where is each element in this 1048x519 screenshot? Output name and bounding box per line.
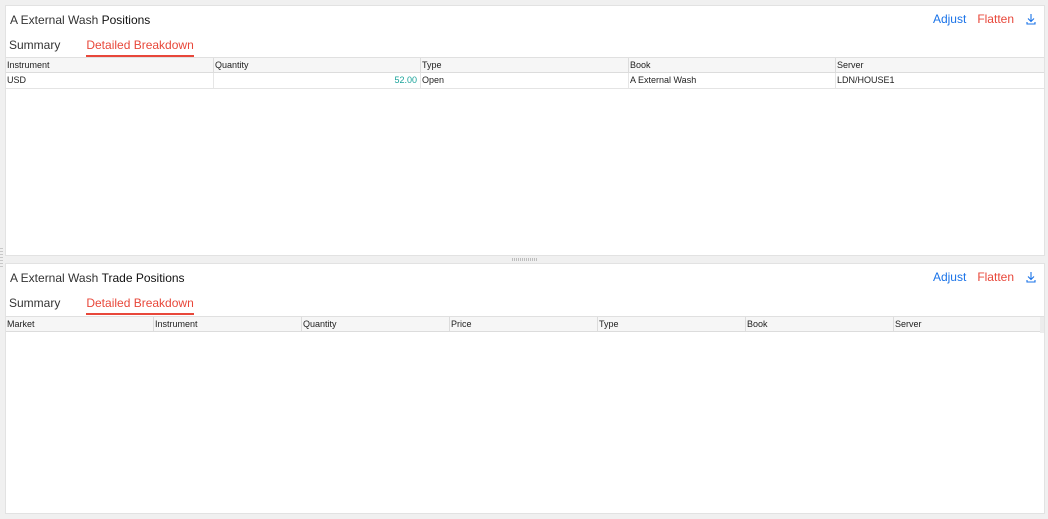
trade-positions-panel-header: A External Wash Trade Positions Adjust F… <box>6 264 1044 294</box>
cell-type: Open <box>421 73 629 88</box>
panel-splitter[interactable] <box>0 256 1048 263</box>
column-header-quantity[interactable]: Quantity <box>302 317 450 331</box>
panel-title-strong: Positions <box>101 13 151 27</box>
download-icon[interactable] <box>1026 271 1036 283</box>
cell-quantity: 52.00 <box>214 73 421 88</box>
grid-header-row: Instrument Quantity Type Book Server <box>6 57 1044 73</box>
column-header-type[interactable]: Type <box>598 317 746 331</box>
column-header-instrument[interactable]: Instrument <box>6 58 214 72</box>
column-header-server[interactable]: Server <box>894 317 1044 331</box>
trade-positions-panel-actions: Adjust Flatten <box>933 270 1036 284</box>
download-icon[interactable] <box>1026 13 1036 25</box>
flatten-button[interactable]: Flatten <box>977 12 1014 26</box>
tab-summary[interactable]: Summary <box>9 37 60 57</box>
panel-title-strong: Trade Positions <box>101 271 185 285</box>
positions-tabs: Summary Detailed Breakdown <box>9 37 194 57</box>
adjust-button[interactable]: Adjust <box>933 12 966 26</box>
column-header-market[interactable]: Market <box>6 317 154 331</box>
positions-grid: Instrument Quantity Type Book Server USD… <box>6 57 1044 89</box>
cell-instrument: USD <box>6 73 214 88</box>
column-header-price[interactable]: Price <box>450 317 598 331</box>
column-header-server[interactable]: Server <box>836 58 1044 72</box>
column-header-instrument[interactable]: Instrument <box>154 317 302 331</box>
positions-panel: A External Wash Positions Adjust Flatten… <box>5 5 1045 256</box>
tab-summary[interactable]: Summary <box>9 295 60 315</box>
column-header-book[interactable]: Book <box>746 317 894 331</box>
adjust-button[interactable]: Adjust <box>933 270 966 284</box>
column-header-type[interactable]: Type <box>421 58 629 72</box>
grid-header-row: Market Instrument Quantity Price Type Bo… <box>6 316 1044 333</box>
column-header-quantity[interactable]: Quantity <box>214 58 421 72</box>
header-scrollbar-stub <box>1040 317 1044 333</box>
positions-panel-header: A External Wash Positions Adjust Flatten <box>6 6 1044 36</box>
tab-detailed-breakdown[interactable]: Detailed Breakdown <box>86 37 194 57</box>
trade-positions-panel-title: A External Wash Trade Positions <box>10 271 185 285</box>
flatten-button[interactable]: Flatten <box>977 270 1014 284</box>
trade-positions-tabs: Summary Detailed Breakdown <box>9 295 194 315</box>
positions-panel-actions: Adjust Flatten <box>933 12 1036 26</box>
trade-positions-grid: Market Instrument Quantity Price Type Bo… <box>6 316 1044 333</box>
trade-positions-panel: A External Wash Trade Positions Adjust F… <box>5 263 1045 514</box>
drag-handle-icon[interactable] <box>512 258 538 261</box>
positions-panel-title: A External Wash Positions <box>10 13 150 27</box>
cell-server: LDN/HOUSE1 <box>837 75 895 85</box>
tab-detailed-breakdown[interactable]: Detailed Breakdown <box>86 295 194 315</box>
panel-title-prefix: A External Wash <box>10 13 99 27</box>
table-row[interactable]: USD 52.00 Open A External Wash LDN/HOUSE… <box>6 73 1044 89</box>
cell-book: A External Wash <box>629 73 836 88</box>
side-resize-handle-icon[interactable] <box>0 247 3 267</box>
panel-title-prefix: A External Wash <box>10 271 99 285</box>
column-header-book[interactable]: Book <box>629 58 836 72</box>
